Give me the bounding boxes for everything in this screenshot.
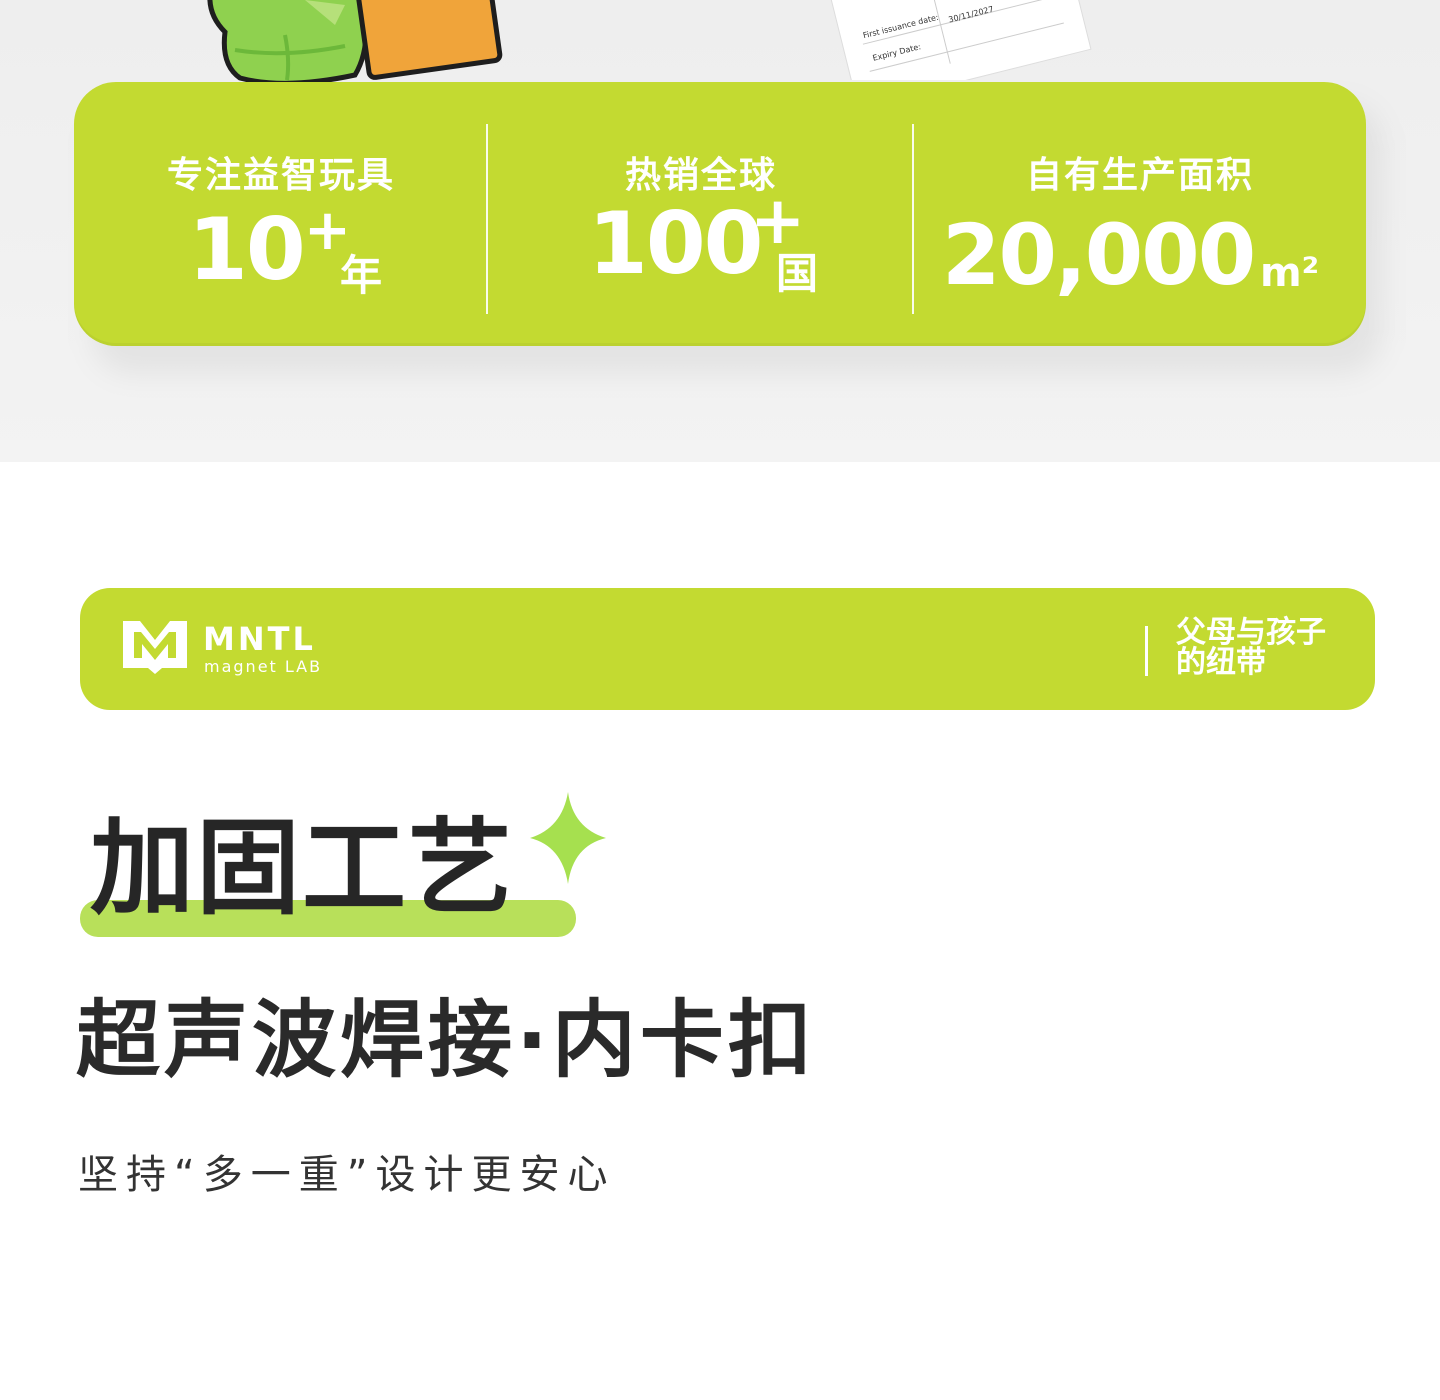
stat-value: 10 [188, 200, 306, 300]
stat-label: 热销全球 [624, 155, 777, 196]
brand-wordmark: MNTL [203, 622, 316, 654]
stat-countries: 热销全球 100 + 国 [488, 82, 914, 346]
section-description: 坚持“多一重”设计更安心 [78, 1152, 616, 1198]
stat-label: 专注益智玩具 [166, 155, 395, 196]
stats-card: 专注益智玩具 10 + 年 热销全球 100 + 国 自有生产面积 20,000… [74, 82, 1366, 346]
top-section: First issuance date: 30/11/2027 Expiry D… [0, 0, 1440, 462]
stat-unit: 年 [340, 251, 383, 300]
stat-unit: m² [1260, 250, 1320, 296]
brand-slogan: 父母与孩子 的纽带 [1176, 618, 1356, 678]
stat-unit: 国 [776, 249, 819, 298]
stat-value: 100 [588, 194, 764, 294]
logo-subtext: magnet LAB [204, 657, 323, 676]
logo-text: MNTL [203, 622, 316, 654]
magnet-logo-icon [123, 621, 187, 674]
slogan-line-2: 的纽带 [1176, 645, 1266, 680]
stat-area: 自有生产面积 20,000 m² [914, 82, 1366, 346]
slogan-divider [1145, 626, 1148, 676]
brand-bar: MNTL magnet LAB 父母与孩子 的纽带 [80, 588, 1375, 710]
certificate-document: First issuance date: 30/11/2027 Expiry D… [820, 0, 1100, 108]
sparkle-icon [530, 792, 606, 884]
section-title: 加固工艺 [90, 807, 515, 929]
stat-value: 20,000 [942, 206, 1256, 304]
section-subtitle: 超声波焊接·内卡扣 [76, 991, 816, 1089]
slogan-line-1: 父母与孩子 [1176, 615, 1326, 650]
mascot-illustration [207, 0, 503, 86]
stat-years: 专注益智玩具 10 + 年 [74, 82, 488, 346]
stat-label: 自有生产面积 [1025, 155, 1254, 196]
